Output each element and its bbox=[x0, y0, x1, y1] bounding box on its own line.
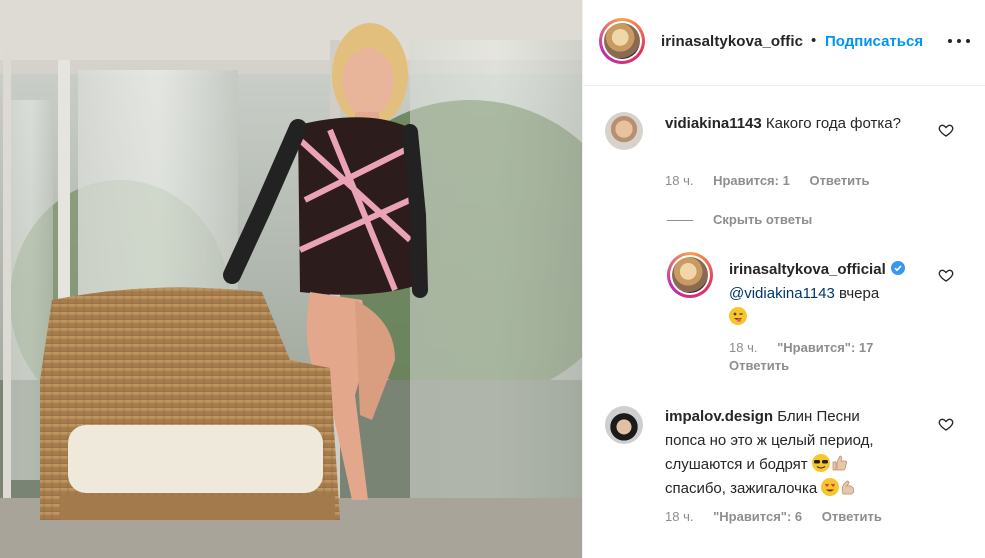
owner-username[interactable]: irinasaltykova_offic bbox=[661, 33, 803, 50]
comment-text: vidiakina1143 Какого года фотка? bbox=[665, 112, 905, 136]
reply-mention[interactable]: @vidiakina1143 bbox=[729, 285, 835, 302]
reply-body: вчера bbox=[839, 285, 880, 302]
comments-panel: irinasaltykova_offic • Подписаться vidia… bbox=[582, 0, 985, 558]
hide-replies-toggle[interactable]: Скрыть ответы bbox=[667, 212, 812, 227]
post-header: irinasaltykova_offic • Подписаться bbox=[583, 0, 985, 86]
comment-username[interactable]: vidiakina1143 bbox=[665, 115, 762, 132]
comment-time[interactable]: 18 ч. bbox=[665, 509, 693, 524]
sunglasses-emoji-icon bbox=[811, 454, 830, 472]
follow-button[interactable]: Подписаться bbox=[825, 33, 923, 50]
comment-body-line3: слушаются и бодрят bbox=[665, 456, 808, 473]
comment-body-line4: спасибо, зажигалочка bbox=[665, 480, 818, 497]
comment-body: Какого года фотка? bbox=[765, 115, 901, 132]
comment-likes[interactable]: "Нравится": 6 bbox=[713, 509, 802, 524]
heart-outline-icon[interactable] bbox=[938, 267, 954, 283]
comment-username[interactable]: impalov.design bbox=[665, 408, 773, 425]
reply-text: irinasaltykova_official @vidiakina1143 в… bbox=[729, 258, 949, 330]
comment-meta: 18 ч. "Нравится": 6 Ответить bbox=[665, 509, 882, 524]
separator-dot: • bbox=[811, 32, 817, 49]
comment-meta: 18 ч. Нравится: 1 Ответить bbox=[665, 173, 870, 188]
thumbs-up-emoji-icon bbox=[830, 454, 848, 472]
post-photo[interactable] bbox=[0, 0, 582, 558]
reply-reply-button[interactable]: Ответить bbox=[729, 358, 789, 373]
reply-avatar[interactable] bbox=[667, 252, 713, 298]
reply-likes[interactable]: "Нравится": 17 bbox=[777, 340, 873, 355]
tongue-wink-emoji-icon bbox=[729, 307, 747, 325]
comment-reply-button[interactable]: Ответить bbox=[822, 509, 882, 524]
heart-outline-icon[interactable] bbox=[938, 122, 954, 138]
reply-meta: 18 ч. "Нравится": 17 Ответить bbox=[729, 339, 873, 375]
comment-reply-button[interactable]: Ответить bbox=[809, 173, 869, 188]
verified-badge-icon bbox=[890, 261, 905, 275]
comment-likes[interactable]: Нравится: 1 bbox=[713, 173, 790, 188]
owner-avatar[interactable] bbox=[599, 18, 645, 64]
reply-username[interactable]: irinasaltykova_official bbox=[729, 261, 886, 278]
comment-text: impalov.design Блин Песни попса но это ж… bbox=[665, 405, 915, 501]
more-options-icon[interactable] bbox=[948, 30, 970, 52]
commenter-avatar[interactable] bbox=[605, 112, 643, 150]
heart-eyes-emoji-icon bbox=[821, 478, 840, 496]
hide-replies-label: Скрыть ответы bbox=[713, 212, 813, 227]
comment-body-line2: попса но это ж целый период, bbox=[665, 432, 874, 449]
post-image bbox=[0, 0, 582, 558]
replies-divider bbox=[667, 220, 693, 222]
heart-outline-icon[interactable] bbox=[938, 416, 954, 432]
reply-time[interactable]: 18 ч. bbox=[729, 340, 757, 355]
flexed-bicep-emoji-icon bbox=[839, 478, 857, 496]
commenter-avatar[interactable] bbox=[605, 406, 643, 444]
comment-body-line1: Блин Песни bbox=[777, 408, 860, 425]
comment-time[interactable]: 18 ч. bbox=[665, 173, 693, 188]
